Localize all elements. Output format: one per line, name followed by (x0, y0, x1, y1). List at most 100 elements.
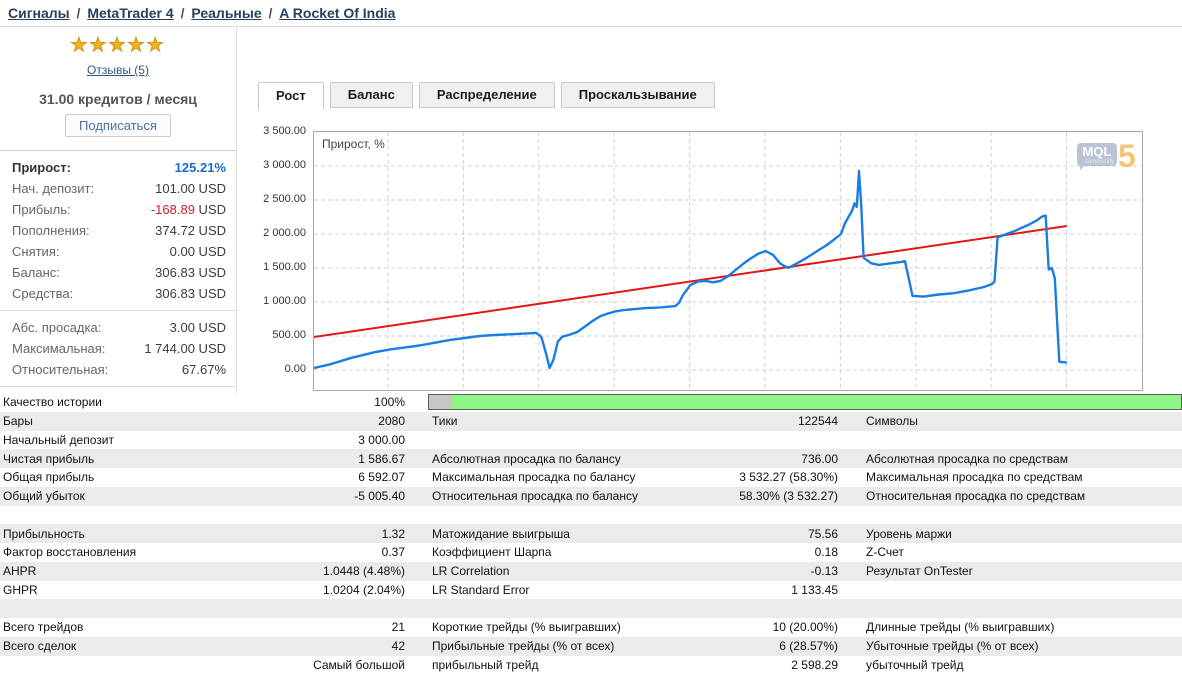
stat-value-currency: USD (194, 286, 226, 301)
table-row: AHPR 1.0448 (4.48%) LR Correlation -0.13 Рез… (0, 561, 1182, 581)
col1-label: Начальный депозит (3, 432, 114, 447)
col1-value: 0.37 (381, 545, 405, 560)
star-icon[interactable]: ★ (89, 35, 108, 57)
star-icon[interactable]: ★ (70, 35, 89, 57)
col2-label: Коэффициент Шарпа (432, 545, 552, 560)
stat-value: 3.00 USD (170, 317, 226, 338)
stat-value: 101.00 USD (155, 178, 226, 199)
breadcrumb-link[interactable]: A Rocket Of India (279, 5, 395, 21)
col2-label: LR Standard Error (432, 582, 530, 597)
table-row: Всего трейдов 21 Короткие трейды (% выигра… (0, 618, 1182, 637)
col1-value: 42 (391, 639, 405, 654)
quality-cell: Качество истории 100% (0, 395, 405, 409)
tab-Распределение[interactable]: Распределение (418, 82, 555, 108)
col2-cell: LR Standard Error 1 133.45 (432, 583, 838, 597)
stat-value-number: 306.83 (155, 265, 195, 280)
col2-label: Относительная просадка по балансу (432, 489, 638, 504)
col2-value: 122544 (797, 414, 838, 429)
subscription-price: 31.00 кредитов / месяц (39, 91, 197, 107)
stat-row: Прирост: 125.21% (0, 157, 236, 178)
star-icon[interactable]: ★ (108, 35, 127, 57)
growth-chart: Прирост, % MQL community 5 (313, 131, 1144, 391)
stat-label: Средства: (12, 286, 74, 301)
col2-value: 1 133.45 (791, 582, 838, 597)
y-tick-label: 3 000.00 (263, 159, 306, 171)
tab-Баланс[interactable]: Баланс (329, 82, 413, 108)
breadcrumb-link[interactable]: Реальные (191, 5, 261, 21)
stat-value: 125.21% (175, 157, 226, 178)
stat-label: Снятия: (12, 244, 60, 259)
col1-label: Общая прибыль (3, 470, 95, 485)
stat-value: 67.67% (182, 359, 226, 380)
col1-value: 1.0448 (4.48%) (322, 564, 405, 579)
mql5-logo: MQL community 5 (1077, 140, 1136, 172)
breadcrumb-link[interactable]: Сигналы (8, 5, 70, 21)
stat-value-number: 101.00 (155, 181, 195, 196)
stat-value-number: 67.67% (181, 362, 226, 377)
y-tick-label: 500.00 (272, 329, 306, 341)
star-icon[interactable]: ★ (146, 35, 166, 57)
col1-cell: Бары 2080 (0, 414, 405, 428)
col2-value: 2 598.29 (791, 657, 838, 672)
quality-bar-gray-segment (429, 395, 452, 410)
mql5-logo-subtext: community (1084, 159, 1114, 165)
col2-value: 10 (20.00%) (772, 620, 838, 635)
signal-page: Сигналы / MetaTrader 4 / Реальные / A Ro… (0, 0, 1182, 674)
col1-cell: Фактор восстановления 0.37 (0, 545, 405, 559)
col1-value: 6 592.07 (358, 470, 405, 485)
table-row: GHPR 1.0204 (2.04%) LR Standard Error 1 133… (0, 581, 1182, 600)
mql5-logo-tail (1080, 165, 1085, 170)
quality-row: Качество истории 100% (0, 393, 1182, 412)
col1-value: 1 586.67 (358, 451, 405, 466)
col2-label: Абсолютная просадка по балансу (432, 451, 621, 466)
col1-cell: Чистая прибыль 1 586.67 (0, 452, 405, 466)
y-tick-label: 0.00 (284, 363, 306, 375)
col1-label: Прибыльность (3, 526, 85, 541)
col3-label: Убыточные трейды (% от всех) (866, 639, 1039, 654)
stat-row: Абс. просадка: 3.00 USD (0, 317, 236, 338)
stat-row: Относительная: 67.67% (0, 359, 236, 380)
subscribe-button[interactable]: Подписаться (65, 114, 171, 137)
stat-value-currency: USD (194, 223, 226, 238)
col2-cell: Абсолютная просадка по балансу 736.00 (432, 452, 838, 466)
col2-cell: Короткие трейды (% выигравших) 10 (20.00%… (432, 620, 838, 634)
stat-value-number: 125.21% (174, 160, 226, 175)
col2-label: Максимальная просадка по балансу (432, 470, 636, 485)
col3-label: Z-Счет (866, 545, 904, 560)
quality-value: 100% (374, 395, 405, 410)
col2-value: 3 532.27 (58.30%) (739, 470, 838, 485)
chart-title: Прирост, % (322, 137, 385, 151)
col1-label: Всего трейдов (3, 620, 84, 635)
col2-label: прибыльный трейд (432, 657, 539, 672)
stat-label: Прибыль: (12, 202, 71, 217)
col2-value: 0.18 (814, 545, 838, 560)
table-row: Прибыльность 1.32 Матожидание выигрыша 75.5… (0, 524, 1182, 543)
col3-label: Результат OnTester (866, 564, 973, 579)
rating-stars[interactable]: ★★★★★ (0, 34, 236, 57)
stat-value-currency: USD (194, 320, 226, 335)
stat-value: -168.89 USD (151, 199, 226, 220)
tab-Проскальзывание[interactable]: Проскальзывание (560, 82, 715, 108)
stat-value: 0.00 USD (170, 241, 226, 262)
col2-cell: Матожидание выигрыша 75.56 (432, 527, 838, 541)
stat-value-number: 374.72 (155, 223, 195, 238)
breadcrumb-separator: / (176, 5, 189, 21)
table-row: Самый большой прибыльный трейд 2 598.29 убы… (0, 656, 1182, 674)
col3-label: Относительная просадка по средствам (866, 489, 1086, 504)
col1-value: 21 (391, 620, 405, 635)
col2-value: -0.13 (810, 564, 838, 579)
tab-Рост[interactable]: Рост (258, 82, 324, 110)
col1-label: Фактор восстановления (3, 545, 137, 560)
star-icon[interactable]: ★ (127, 35, 147, 57)
col1-value: 1.0204 (2.04%) (322, 582, 405, 597)
stat-value: 306.83 USD (155, 283, 226, 304)
col1-cell: Всего трейдов 21 (0, 620, 405, 634)
stat-label: Нач. депозит: (12, 181, 95, 196)
col2-label: Прибыльные трейды (% от всех) (432, 639, 615, 654)
breadcrumb-link[interactable]: MetaTrader 4 (87, 5, 173, 21)
stat-row: Пополнения: 374.72 USD (0, 220, 236, 241)
y-tick-label: 1 500.00 (263, 261, 306, 273)
table-row: Начальный депозит 3 000.00 (0, 431, 1182, 450)
col1-value: -5 005.40 (354, 489, 405, 504)
reviews-link[interactable]: Отзывы (5) (87, 63, 149, 77)
